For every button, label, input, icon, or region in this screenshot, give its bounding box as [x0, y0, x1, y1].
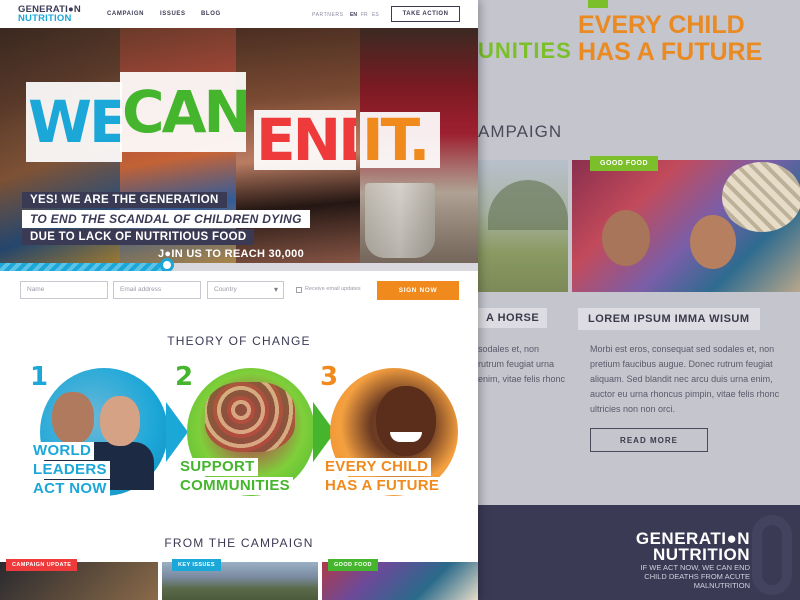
card-badge-campaign-update: CAMPAIGN UPDATE — [6, 559, 78, 571]
green-tile-decoration — [588, 0, 608, 8]
back-card-image-left[interactable] — [478, 160, 568, 292]
back-orange-line-1: EVERY CHILD — [578, 11, 745, 39]
name-input[interactable]: Name — [20, 281, 108, 299]
hero-tagline-line-3: DUE TO LACK OF NUTRITIOUS FOOD — [22, 229, 255, 245]
main-page-preview: GENERATI●N NUTRITION CAMPAIGN ISSUES BLO… — [0, 0, 478, 600]
step-support-communities[interactable]: 2 SUPPORT COMMUNITIES — [175, 362, 335, 500]
progress-fill — [0, 263, 168, 271]
child-face-image — [602, 210, 650, 266]
nav-link-issues[interactable]: ISSUES — [160, 11, 186, 17]
back-section-title: AMPAIGN — [478, 122, 563, 141]
step-every-child[interactable]: 3 EVERY CHILD HAS A FUTURE — [320, 362, 470, 500]
back-card-text: Morbi est eros, consequat sed sodales et… — [590, 344, 780, 414]
back-orange-line-2: HAS A FUTURE — [578, 38, 763, 66]
hero-tagline-line-2: TO END THE SCANDAL OF CHILDREN DYING — [22, 210, 310, 228]
language-es[interactable]: ES — [372, 12, 379, 18]
hero-banner: WE CAN END IT. YES! WE ARE THE GENERATIO… — [0, 28, 478, 263]
headline-word-it: IT. — [360, 112, 440, 168]
progress-knob-icon — [160, 258, 175, 272]
language-fr[interactable]: FR — [361, 12, 368, 18]
signature-progress-bar — [0, 258, 478, 272]
logo-line-2: NUTRITION — [18, 13, 72, 24]
email-updates-checkbox[interactable] — [296, 287, 302, 293]
step-label: SUPPORT COMMUNITIES — [177, 458, 293, 496]
nav-link-campaign[interactable]: CAMPAIGN — [107, 11, 144, 17]
email-input[interactable]: Email address — [113, 281, 201, 299]
signup-form: Name Email address Country Receive email… — [0, 271, 478, 311]
nav-link-blog[interactable]: BLOG — [201, 11, 221, 17]
step-number: 3 — [320, 362, 339, 392]
language-en[interactable]: EN — [350, 12, 357, 18]
email-updates-label: Receive email updates — [305, 286, 361, 292]
from-the-campaign-title: FROM THE CAMPAIGN — [164, 536, 314, 550]
headline-word-can: CAN — [120, 72, 246, 152]
nav-link-partners[interactable]: PARTNERS — [312, 12, 344, 18]
step-world-leaders[interactable]: 1 WORLD LEADERS ACT NOW — [30, 362, 190, 500]
card-badge-good-food: GOOD FOOD — [328, 559, 378, 571]
back-card-badge: GOOD FOOD — [590, 156, 659, 171]
sign-now-button[interactable]: SIGN NOW — [377, 281, 459, 300]
take-action-button[interactable]: TAKE ACTION — [391, 6, 460, 22]
back-green-heading-fragment: UNITIES — [478, 38, 572, 63]
footer-logo-line-2: NUTRITION — [652, 545, 750, 564]
step-label: WORLD LEADERS ACT NOW — [30, 442, 110, 499]
signature-goal-text: J●IN US TO REACH 30,000 — [158, 248, 305, 260]
top-navigation: GENERATI●N NUTRITION CAMPAIGN ISSUES BLO… — [0, 0, 478, 28]
back-orange-heading: EVERY CHILD HAS A FUTURE — [578, 12, 798, 66]
read-more-button[interactable]: READ MORE — [590, 428, 708, 452]
back-footer: GENERATI●N NUTRITION IF WE ACT NOW, WE C… — [478, 505, 800, 600]
headline-word-we: WE — [26, 82, 122, 162]
back-card-image-right[interactable] — [572, 160, 800, 292]
step-number: 2 — [175, 362, 194, 392]
decorative-ring-icon — [752, 515, 792, 595]
hero-headline: WE CAN END IT. — [26, 72, 440, 170]
headline-word-end: END — [254, 110, 356, 170]
child-face-image — [690, 215, 736, 269]
footer-tagline: IF WE ACT NOW, WE CAN END CHILD DEATHS F… — [640, 563, 750, 590]
card-badge-key-issues: KEY ISSUES — [172, 559, 221, 571]
background-page-preview: UNITIES EVERY CHILD HAS A FUTURE AMPAIGN… — [478, 0, 800, 600]
step-label: EVERY CHILD HAS A FUTURE — [322, 458, 443, 496]
back-left-card-title[interactable]: A HORSE — [478, 308, 548, 328]
back-left-card-text: sodales et, non rutrum feugiat urna enim… — [478, 344, 566, 384]
basket-image-detail — [722, 162, 800, 232]
back-card-title[interactable]: LOREM IPSUM IMMA WISUM — [578, 308, 760, 330]
country-select[interactable]: Country — [207, 281, 284, 299]
theory-of-change-title: THEORY OF CHANGE — [167, 334, 311, 348]
site-logo[interactable]: GENERATI●N NUTRITION — [18, 5, 81, 24]
step-number: 1 — [30, 362, 49, 392]
hero-tagline-line-1: YES! WE ARE THE GENERATION — [22, 192, 227, 208]
